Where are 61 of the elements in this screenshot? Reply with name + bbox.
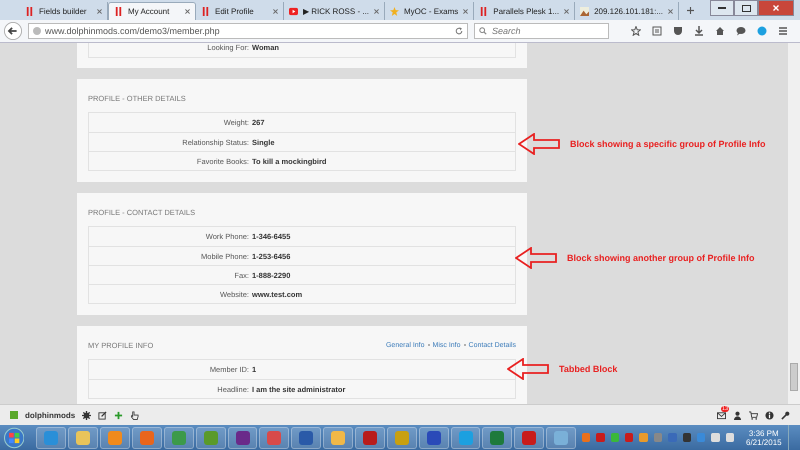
chat-icon[interactable] [736, 26, 746, 36]
gear-icon[interactable] [82, 410, 92, 420]
close-icon[interactable] [97, 8, 102, 14]
image-icon [580, 6, 590, 16]
close-icon[interactable] [273, 8, 278, 14]
hand-pointer-icon[interactable] [130, 410, 140, 420]
mail-icon[interactable] [717, 410, 726, 420]
separator-dot [428, 344, 430, 346]
reading-list-icon[interactable] [652, 26, 662, 36]
browser-tab[interactable]: My Account [108, 2, 196, 20]
restore-button[interactable] [734, 0, 758, 16]
close-icon[interactable] [185, 9, 190, 14]
clock-time: 3:36 PM [748, 428, 779, 438]
annotation-text: Tabbed Block [559, 364, 618, 374]
back-icon[interactable] [4, 22, 22, 40]
tab-title: 209.126.101.181:... [594, 6, 664, 16]
square-icon [10, 411, 18, 419]
address-field[interactable]: www.dolphinmods.com/demo3/member.php [28, 23, 468, 39]
menu-icon[interactable] [778, 26, 788, 36]
arrow-icon [518, 133, 560, 155]
annotation-text: Block showing a specific group of Profile Info [570, 139, 766, 149]
home-icon[interactable] [715, 26, 725, 36]
close-icon[interactable] [463, 8, 468, 14]
edit-icon[interactable] [98, 410, 108, 420]
tab-title: MyOC - Exams [404, 6, 458, 16]
start-button[interactable] [4, 426, 24, 448]
info-icon[interactable] [765, 410, 774, 420]
star-icon [390, 6, 400, 16]
tab-title: My Account [128, 7, 170, 16]
close-icon [773, 5, 779, 11]
user-icon[interactable] [733, 410, 742, 420]
clock-date: 6/21/2015 [746, 438, 782, 446]
globe-icon [33, 27, 41, 35]
arrow-icon [515, 247, 557, 269]
bars-icon [25, 6, 34, 16]
bookmark-star-icon[interactable] [631, 26, 641, 36]
plus-icon[interactable] [687, 6, 694, 14]
plus-icon[interactable] [114, 410, 124, 420]
bars-icon [114, 7, 123, 16]
close-icon[interactable] [564, 8, 570, 14]
site-name[interactable]: dolphinmods [25, 410, 76, 420]
tab-title: Fields builder [39, 6, 88, 16]
arrow-icon [507, 358, 549, 380]
scrollbar[interactable] [788, 43, 800, 404]
bars-icon [479, 6, 488, 16]
tab-title: ▶ RICK ROSS - ... [303, 6, 370, 16]
close-button[interactable] [758, 0, 794, 16]
close-icon[interactable] [668, 8, 674, 14]
tab-title: Parallels Plesk 1... [493, 6, 560, 16]
cart-icon[interactable] [749, 410, 758, 420]
reload-icon[interactable] [455, 27, 463, 35]
separator-dot [464, 344, 466, 346]
search-field[interactable]: Search [474, 23, 609, 39]
annotation-text: Block showing another group of Profile Info [567, 253, 754, 263]
download-icon[interactable] [694, 26, 704, 36]
close-icon[interactable] [374, 8, 380, 14]
play-icon [289, 6, 298, 16]
pocket-icon[interactable] [673, 26, 683, 36]
minimize-button[interactable] [710, 0, 734, 16]
tab-title: Edit Profile [215, 6, 255, 16]
bars-icon [201, 6, 210, 16]
